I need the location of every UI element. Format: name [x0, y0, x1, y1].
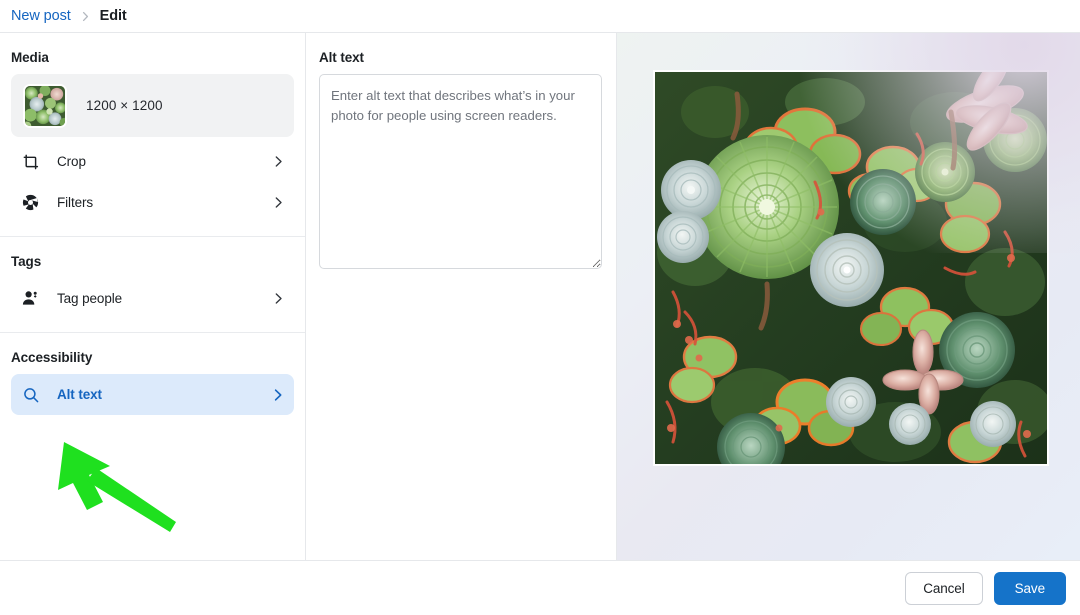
breadcrumb-current-edit: Edit [99, 8, 127, 24]
media-dimensions: 1200 × 1200 [86, 98, 163, 113]
media-card[interactable]: 1200 × 1200 [11, 74, 294, 137]
breadcrumb: New post Edit [0, 0, 1080, 33]
chevron-right-icon [271, 196, 285, 210]
sidebar: Media 1200 × 1200 Crop Filters Tags Tag … [0, 33, 306, 560]
sidebar-item-label: Filters [57, 195, 94, 210]
aperture-icon [22, 194, 39, 211]
cancel-button[interactable]: Cancel [905, 571, 983, 605]
sidebar-item-label: Alt text [57, 387, 102, 402]
image-preview-pane [617, 33, 1080, 560]
chevron-right-icon [271, 292, 285, 306]
sidebar-section-tags: Tags Tag people [0, 236, 305, 319]
search-icon [22, 386, 39, 403]
succulent-photo-thumbnail [23, 83, 67, 128]
succulent-garden-photo [654, 71, 1048, 465]
person-add-icon [22, 290, 39, 307]
dialog-footer: Cancel Save [0, 560, 1080, 615]
alt-text-panel: Alt text [306, 33, 617, 560]
sidebar-item-crop[interactable]: Crop [11, 141, 294, 182]
sidebar-section-media: Media 1200 × 1200 Crop Filters [0, 33, 305, 223]
section-title-accessibility: Accessibility [11, 350, 93, 365]
chevron-right-icon [271, 155, 285, 169]
sidebar-item-label: Tag people [57, 291, 123, 306]
chevron-right-icon [271, 388, 285, 402]
chevron-right-icon [80, 11, 91, 22]
breadcrumb-link-new-post[interactable]: New post [11, 8, 71, 24]
sidebar-section-accessibility: Accessibility Alt text [0, 332, 305, 415]
edit-post-dialog: New post Edit Media 1200 × 1200 Crop Fil… [0, 0, 1080, 615]
sidebar-item-filters[interactable]: Filters [11, 182, 294, 223]
dialog-body: Media 1200 × 1200 Crop Filters Tags Tag … [0, 33, 1080, 560]
section-title-tags: Tags [11, 254, 42, 269]
crop-icon [22, 153, 39, 170]
sidebar-item-label: Crop [57, 154, 86, 169]
sidebar-item-tag-people[interactable]: Tag people [11, 278, 294, 319]
sidebar-item-alt-text[interactable]: Alt text [11, 374, 294, 415]
section-title-media: Media [11, 50, 49, 65]
alt-text-input[interactable] [319, 74, 602, 269]
alt-text-panel-title: Alt text [319, 50, 364, 65]
save-button[interactable]: Save [993, 571, 1066, 605]
